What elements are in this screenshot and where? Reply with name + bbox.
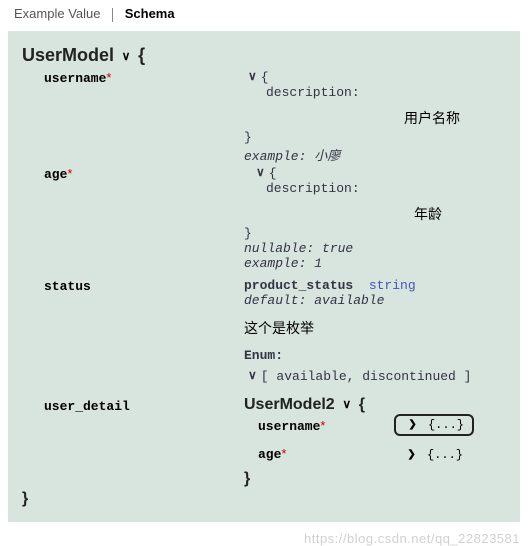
default-value: available bbox=[314, 293, 384, 308]
description-value: 年龄 bbox=[414, 204, 442, 224]
schema-panel: UserModel { username* { description: 用户名… bbox=[8, 31, 520, 522]
brace-close: } bbox=[22, 490, 28, 507]
status-type-name: product_status bbox=[244, 278, 353, 293]
required-marker: * bbox=[67, 166, 72, 181]
prop-user-detail: user_detail bbox=[44, 399, 130, 414]
collapsed-label: {...} bbox=[428, 418, 464, 432]
prop-ud-age: age bbox=[258, 447, 281, 462]
chevron-down-icon[interactable] bbox=[122, 49, 131, 63]
collapsed-toggle[interactable]: {...} bbox=[394, 414, 474, 436]
enum-items: available, discontinued bbox=[276, 369, 455, 384]
chevron-down-icon[interactable] bbox=[256, 165, 265, 180]
brace-close: } bbox=[244, 470, 250, 487]
chevron-down-icon[interactable] bbox=[342, 397, 351, 411]
default-label: default: bbox=[244, 293, 306, 308]
collapsed-label: {...} bbox=[427, 448, 463, 462]
enum-close: ] bbox=[464, 369, 472, 384]
tab-separator bbox=[112, 8, 113, 22]
brace-open: { bbox=[359, 396, 365, 413]
example-value: 小廖 bbox=[314, 149, 340, 164]
chevron-down-icon[interactable] bbox=[248, 368, 257, 383]
required-marker: * bbox=[106, 70, 111, 85]
brace-open: { bbox=[269, 166, 277, 181]
nullable-label: nullable: bbox=[244, 241, 314, 256]
tabs: Example Value Schema bbox=[0, 0, 528, 25]
description-value: 用户名称 bbox=[404, 108, 460, 128]
collapsed-toggle[interactable]: {...} bbox=[396, 446, 470, 464]
tab-example-value[interactable]: Example Value bbox=[8, 4, 106, 23]
ref-model-name: UserModel2 bbox=[244, 396, 335, 413]
required-marker: * bbox=[320, 418, 325, 433]
description-label: description: bbox=[266, 181, 360, 196]
brace-close: } bbox=[244, 130, 340, 145]
required-marker: * bbox=[281, 446, 286, 461]
chevron-down-icon[interactable] bbox=[248, 69, 257, 84]
brace-open: { bbox=[261, 70, 269, 85]
model-name: UserModel bbox=[22, 45, 114, 65]
prop-status: status bbox=[44, 279, 91, 294]
example-value: 1 bbox=[314, 256, 322, 271]
status-type-suffix: string bbox=[369, 278, 416, 293]
example-label: example: bbox=[244, 149, 306, 164]
prop-username: username bbox=[44, 71, 106, 86]
brace-close: } bbox=[244, 226, 353, 241]
prop-ud-username: username bbox=[258, 419, 320, 434]
prop-age: age bbox=[44, 167, 67, 182]
watermark: https://blog.csdn.net/qq_22823581 bbox=[304, 531, 520, 546]
enum-open: [ bbox=[261, 369, 269, 384]
chevron-right-icon bbox=[408, 417, 416, 431]
chevron-right-icon bbox=[407, 447, 415, 461]
description-label: description: bbox=[266, 85, 360, 100]
example-label: example: bbox=[244, 256, 306, 271]
enum-label: Enum: bbox=[244, 348, 471, 363]
status-note: 这个是枚举 bbox=[244, 318, 471, 338]
nullable-value: true bbox=[322, 241, 353, 256]
brace-open: { bbox=[138, 45, 145, 65]
tab-schema[interactable]: Schema bbox=[119, 4, 181, 23]
